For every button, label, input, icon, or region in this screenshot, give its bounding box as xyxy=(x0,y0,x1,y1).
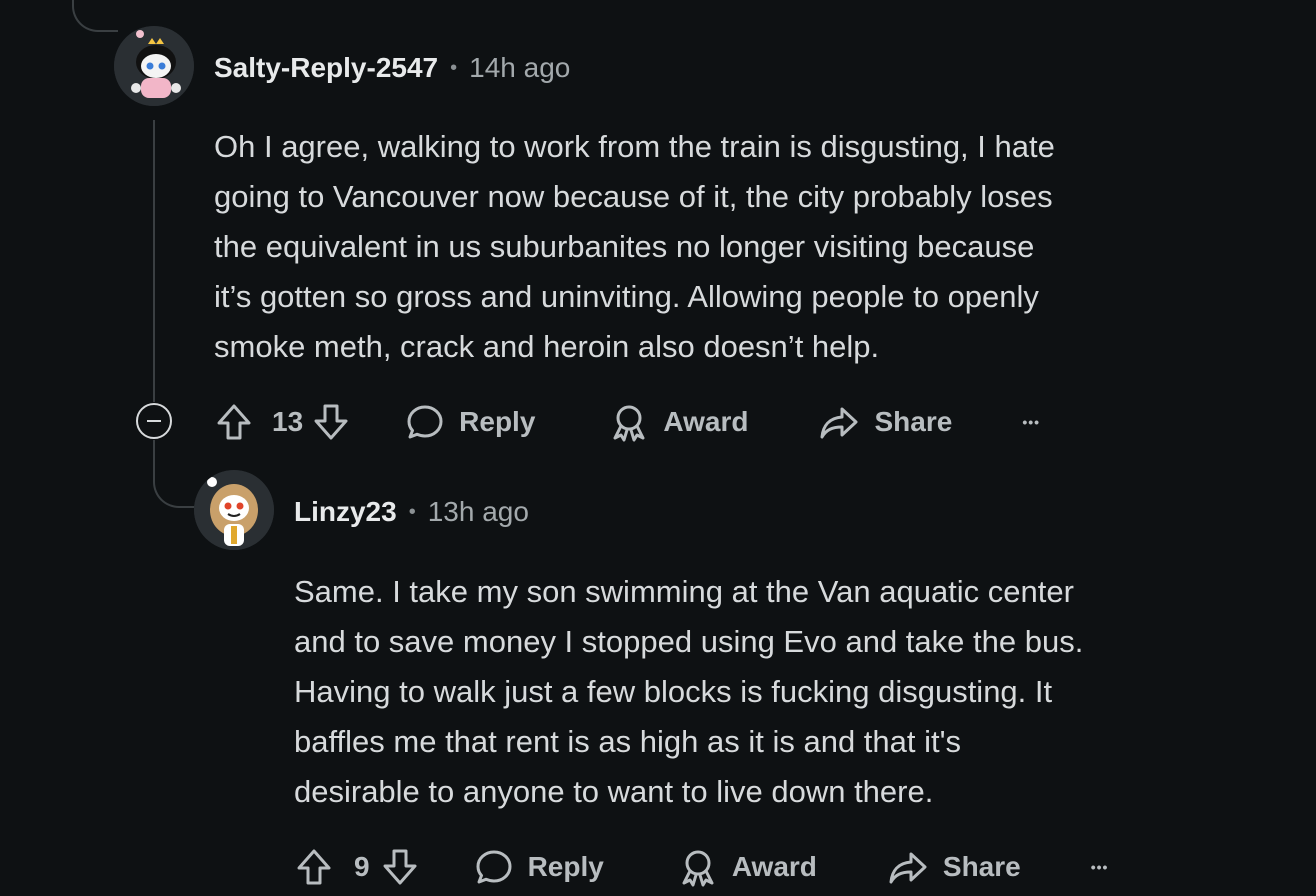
avatar[interactable] xyxy=(114,26,194,106)
reply-label: Reply xyxy=(527,851,604,882)
downvote-button[interactable] xyxy=(311,402,351,442)
collapse-minus-icon xyxy=(147,419,161,423)
comment-text-line: it’s gotten so gross and uninviting. All… xyxy=(214,279,1039,314)
timestamp[interactable]: 13h ago xyxy=(428,496,529,528)
reply-button[interactable]: Reply xyxy=(474,847,604,887)
share-button[interactable]: Share xyxy=(818,402,952,442)
avatar-image-icon xyxy=(114,26,194,106)
award-label: Award xyxy=(731,851,817,882)
ellipsis-icon: ••• xyxy=(1090,859,1109,875)
award-ribbon-icon xyxy=(613,405,645,442)
reply-button[interactable]: Reply xyxy=(405,402,535,442)
more-options-button[interactable]: ••• xyxy=(1022,414,1040,430)
thread-connector-reply xyxy=(153,440,199,508)
comment-text-line: baffles me that rent is as high as it is… xyxy=(294,724,962,759)
comment-text-line: the equivalent in us suburbanites no lon… xyxy=(214,229,1035,264)
downvote-button[interactable] xyxy=(380,847,420,887)
upvote-button[interactable] xyxy=(294,847,334,887)
ellipsis-icon: ••• xyxy=(1022,414,1041,430)
comment-text-line: going to Vancouver now because of it, th… xyxy=(214,179,1053,214)
share-button[interactable]: Share xyxy=(887,847,1021,887)
vote-count: 9 xyxy=(354,851,370,882)
timestamp[interactable]: 14h ago xyxy=(469,52,570,84)
arrow-down-icon xyxy=(314,404,348,440)
avatar-image-icon xyxy=(194,470,274,550)
comment-body: Same. I take my son swimming at the Van … xyxy=(294,567,1083,817)
speech-bubble-icon xyxy=(476,850,512,884)
comment-body: Oh I agree, walking to work from the tra… xyxy=(214,122,1055,372)
comment-actions: 9 Reply Award Share ••• xyxy=(294,845,1108,889)
comment-text-line: Oh I agree, walking to work from the tra… xyxy=(214,129,1055,164)
upvote-button[interactable] xyxy=(214,402,254,442)
comment-actions: 13 Reply Award Share ••• xyxy=(214,400,1040,444)
collapse-button[interactable] xyxy=(136,403,172,439)
username[interactable]: Salty-Reply-2547 xyxy=(214,52,438,84)
arrow-up-icon xyxy=(297,849,331,885)
comment-text-line: desirable to anyone to want to live down… xyxy=(294,774,934,809)
reply-label: Reply xyxy=(459,406,536,437)
speech-bubble-icon xyxy=(407,405,443,439)
comment-text-line: Same. I take my son swimming at the Van … xyxy=(294,574,1074,609)
avatar[interactable] xyxy=(194,470,274,550)
vote-count: 13 xyxy=(272,406,304,437)
share-label: Share xyxy=(942,851,1021,882)
username[interactable]: Linzy23 xyxy=(294,496,397,528)
comment-text-line: and to save money I stopped using Evo an… xyxy=(294,624,1084,659)
award-button[interactable]: Award xyxy=(678,847,817,887)
comment-thread: Salty-Reply-2547 • 14h ago Oh I agree, w… xyxy=(0,0,1316,896)
award-button[interactable]: Award xyxy=(609,402,748,442)
share-arrow-icon xyxy=(889,852,927,884)
award-ribbon-icon xyxy=(682,850,714,887)
thread-line-comment-1[interactable] xyxy=(153,120,155,402)
share-label: Share xyxy=(874,406,953,437)
comment-header: Linzy23 • 13h ago xyxy=(294,492,529,532)
share-arrow-icon xyxy=(820,407,858,439)
comment-text-line: Having to walk just a few blocks is fuck… xyxy=(294,674,1053,709)
separator-dot: • xyxy=(450,56,458,79)
thread-connector-top xyxy=(72,0,118,32)
more-options-button[interactable]: ••• xyxy=(1091,859,1109,875)
award-label: Award xyxy=(663,406,749,437)
separator-dot: • xyxy=(408,500,416,523)
arrow-up-icon xyxy=(217,404,251,440)
arrow-down-icon xyxy=(383,849,417,885)
comment-text-line: smoke meth, crack and heroin also doesn’… xyxy=(214,329,880,364)
comment-header: Salty-Reply-2547 • 14h ago xyxy=(214,48,570,88)
